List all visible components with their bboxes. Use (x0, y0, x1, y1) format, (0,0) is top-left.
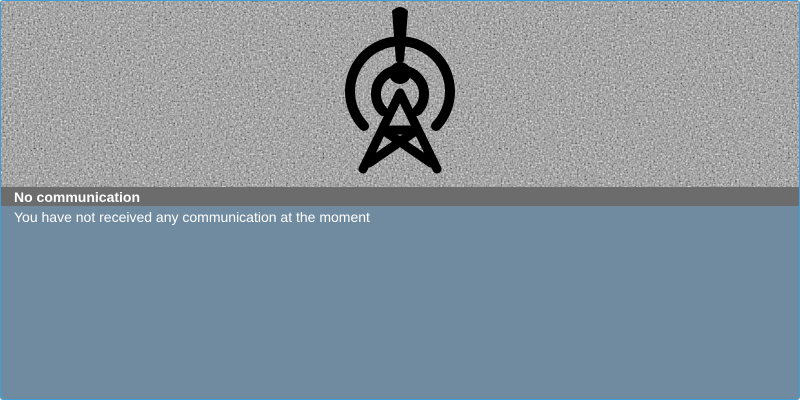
panel-title: No communication (14, 189, 141, 205)
radio-tower-alert-icon (333, 3, 467, 177)
static-noise-background (1, 1, 799, 187)
title-bar: No communication (1, 187, 799, 206)
panel-message: You have not received any communication … (14, 209, 370, 225)
no-communication-panel: No communication You have not received a… (0, 0, 800, 400)
